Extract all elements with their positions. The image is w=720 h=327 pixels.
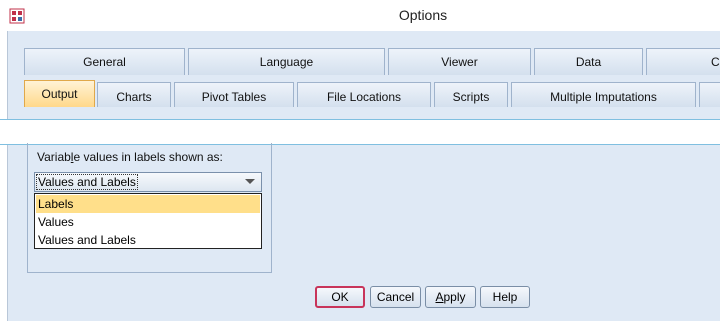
apply-button[interactable]: Apply [425,286,476,308]
tab-viewer[interactable]: Viewer [388,48,531,75]
tab-multiple-imputations[interactable]: Multiple Imputations [511,82,696,107]
help-button[interactable]: Help [480,286,530,308]
option-labels[interactable]: Labels [36,195,260,213]
tab-currency-partial[interactable]: C [646,48,720,75]
tab-pivot-tables[interactable]: Pivot Tables [174,82,294,107]
variable-values-select[interactable]: Values and Labels [34,172,262,192]
option-values-and-labels[interactable]: Values and Labels [36,231,260,249]
content-divider-strip [0,119,720,145]
select-current-value: Values and Labels [36,174,138,190]
tab-output[interactable]: Output [24,80,95,107]
tab-file-locations[interactable]: File Locations [297,82,431,107]
cancel-button[interactable]: Cancel [370,286,421,308]
dialog-bottom-edge [0,321,720,327]
tab-charts[interactable]: Charts [97,82,171,107]
tab-overflow-partial[interactable] [699,82,720,107]
title-bar: Options [0,0,720,31]
tab-scripts[interactable]: Scripts [434,82,508,107]
chevron-down-icon[interactable] [245,179,255,184]
tab-data[interactable]: Data [534,48,643,75]
option-values[interactable]: Values [36,213,260,231]
tab-general[interactable]: General [24,48,185,75]
variable-values-label: Variable values in labels shown as: [37,150,223,164]
variable-values-dropdown-list: Labels Values Values and Labels [34,193,262,249]
tab-language[interactable]: Language [188,48,385,75]
window-title: Options [398,7,448,23]
ok-button[interactable]: OK [315,286,365,308]
